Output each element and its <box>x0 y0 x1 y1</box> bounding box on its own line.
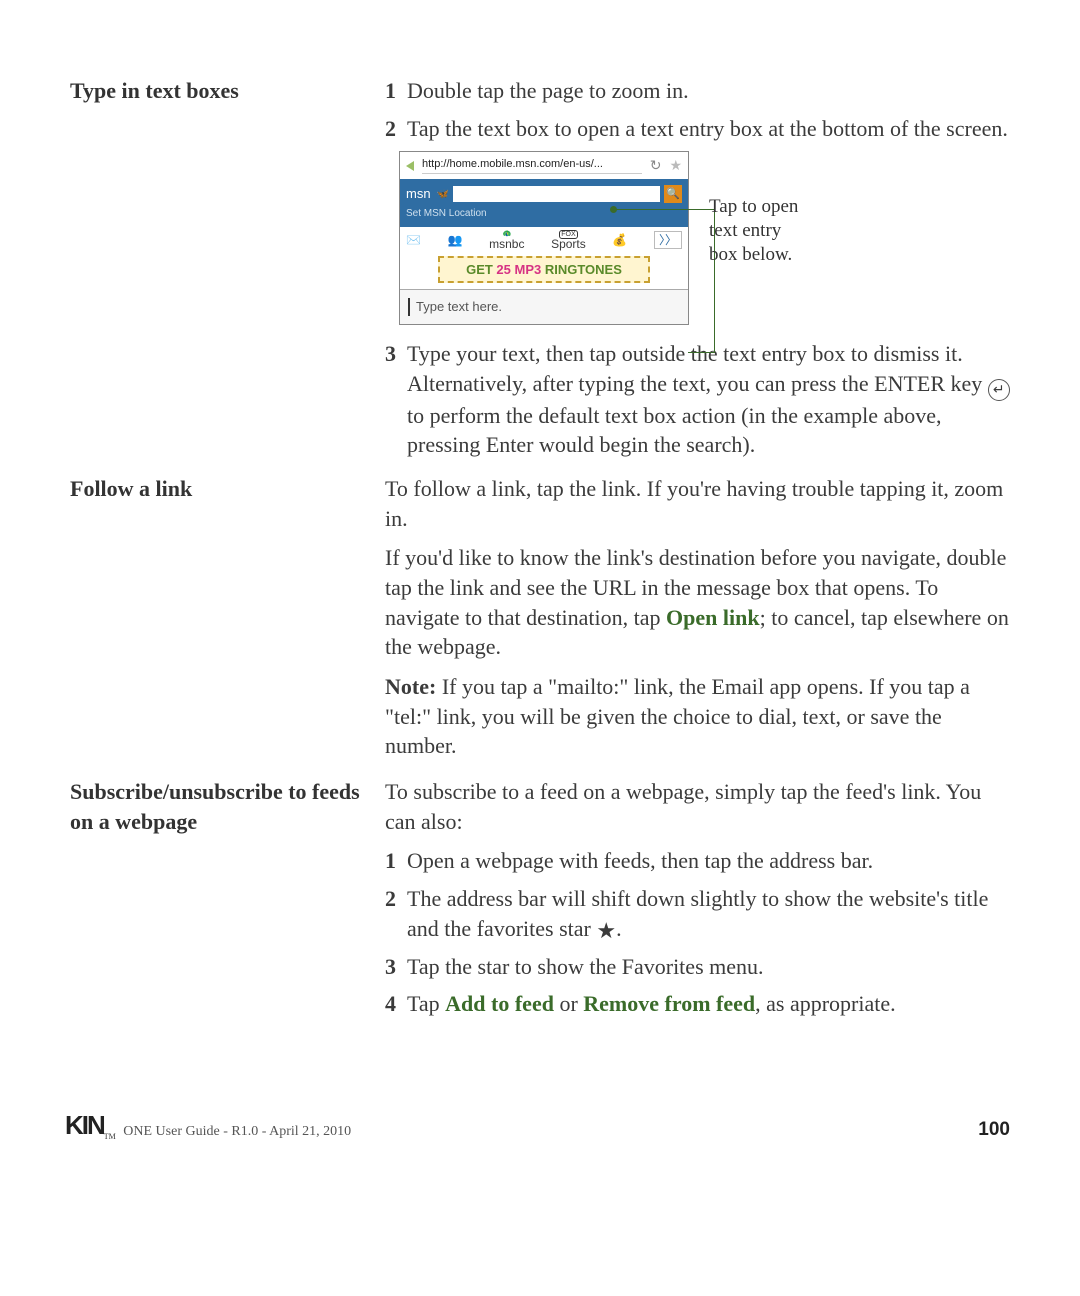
step-number: 2 <box>385 114 407 144</box>
kin-logo: KIN <box>65 1110 104 1141</box>
step-number: 1 <box>385 76 407 106</box>
step-number: 3 <box>385 339 407 460</box>
note-paragraph: Note: If you tap a "mailto:" link, the E… <box>385 672 1010 761</box>
step-number: 4 <box>385 989 407 1019</box>
ringtones-ad-banner: GET 25 MP3 RINGTONES <box>438 256 650 284</box>
paragraph: If you'd like to know the link's destina… <box>385 543 1010 662</box>
step-text: The address bar will shift down slightly… <box>407 884 1010 943</box>
more-icon: 〉〉 <box>654 231 682 249</box>
callout-line <box>614 209 714 210</box>
step-number: 1 <box>385 846 407 876</box>
step-text: Open a webpage with feeds, then tap the … <box>407 846 873 876</box>
trademark: TM <box>104 1132 116 1141</box>
browser-screenshot: http://home.mobile.msn.com/en-us/... ↻ ★… <box>399 151 1010 324</box>
step-text: Type your text, then tap outside the tex… <box>407 339 1010 460</box>
back-icon <box>406 161 414 171</box>
footer-left: KINTM ONE User Guide - R1.0 - April 21, … <box>65 1110 351 1141</box>
msn-search-button: 🔍 <box>664 185 682 203</box>
footer-text: ONE User Guide - R1.0 - April 21, 2010 <box>120 1124 351 1139</box>
step-number: 3 <box>385 952 407 982</box>
msn-butterfly-icon: 🦋 <box>437 188 449 202</box>
msnbc-icon: 🦚msnbc <box>489 231 524 250</box>
step-number: 2 <box>385 884 407 943</box>
fox-sports-icon: FOXSports <box>551 231 586 250</box>
callout-label: Tap to opentext entrybox below. <box>709 195 798 266</box>
paragraph: To subscribe to a feed on a webpage, sim… <box>385 777 1010 836</box>
step-text: Tap the text box to open a text entry bo… <box>407 114 1008 144</box>
url-text: http://home.mobile.msn.com/en-us/... <box>422 157 642 174</box>
step-text: Tap the star to show the Favorites menu. <box>407 952 764 982</box>
step-text: Tap Add to feed or Remove from feed, as … <box>407 989 896 1019</box>
open-link-action: Open link <box>666 605 760 630</box>
step-text: Double tap the page to zoom in. <box>407 76 689 106</box>
remove-from-feed-action: Remove from feed <box>583 991 755 1016</box>
msn-logo: msn <box>406 185 431 203</box>
callout-line <box>688 352 715 353</box>
mail-icon: ✉️ <box>406 232 421 248</box>
text-entry-placeholder: Type text here. <box>408 298 680 316</box>
money-icon: 💰 <box>612 232 627 248</box>
add-to-feed-action: Add to feed <box>445 991 554 1016</box>
refresh-icon: ↻ <box>650 156 662 175</box>
people-icon: 👥 <box>448 232 463 248</box>
favorites-star-icon: ★ <box>596 920 616 942</box>
paragraph: To follow a link, tap the link. If you'r… <box>385 474 1010 533</box>
page-number: 100 <box>978 1119 1010 1141</box>
msn-search-box <box>453 186 660 202</box>
heading-subscribe-feeds: Subscribe/unsubscribe to feeds on a webp… <box>70 777 385 836</box>
heading-type-in-text-boxes: Type in text boxes <box>70 76 385 106</box>
enter-key-icon: ↵ <box>988 379 1010 401</box>
favorites-star-icon: ★ <box>669 156 682 175</box>
heading-follow-a-link: Follow a link <box>70 474 385 504</box>
